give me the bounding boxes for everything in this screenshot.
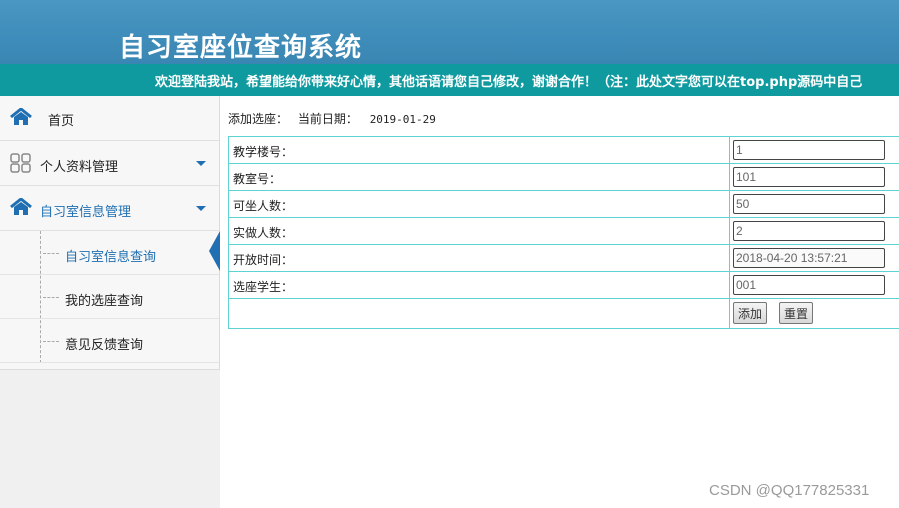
sidebar-item-label: 首页 — [48, 114, 75, 129]
sidebar-subitem-label: 意见反馈查询 — [65, 338, 144, 353]
sidebar-subitem-room-query[interactable]: 自习室信息查询 — [0, 231, 219, 275]
room-input[interactable] — [733, 167, 885, 187]
sidebar-menu: 首页 个人资料管理 自习室信息管理 自习室信息查询 我的选座查询 意见反馈查询 — [0, 96, 220, 370]
reset-button[interactable]: 重置 — [779, 302, 814, 324]
home-icon — [10, 198, 32, 215]
occupied-label: 实做人数： — [233, 226, 294, 240]
sidebar-item-profile[interactable]: 个人资料管理 — [0, 141, 219, 186]
form-row-building: 教学楼号： — [229, 137, 899, 164]
sidebar-item-label: 自习室信息管理 — [40, 205, 132, 220]
sidebar-item-home[interactable]: 首页 — [0, 96, 219, 141]
welcome-marquee: 欢迎登陆我站，希望能给你带来好心情，其他话语请您自己修改，谢谢合作！（注：此处文… — [0, 64, 899, 96]
form-row-capacity: 可坐人数： — [229, 191, 899, 218]
sidebar-subitem-label: 自习室信息查询 — [65, 250, 157, 265]
building-label: 教学楼号： — [233, 145, 294, 159]
capacity-label: 可坐人数： — [233, 199, 294, 213]
sidebar-subitem-my-seats[interactable]: 我的选座查询 — [0, 275, 219, 319]
current-date: 2019-01-29 — [369, 113, 436, 126]
sidebar-item-room-info[interactable]: 自习室信息管理 — [0, 186, 219, 231]
student-input[interactable] — [733, 275, 885, 295]
sidebar-item-label: 个人资料管理 — [40, 160, 119, 175]
active-indicator-icon — [209, 231, 220, 271]
building-input[interactable] — [733, 140, 885, 160]
sidebar-subitem-feedback[interactable]: 意见反馈查询 — [0, 319, 219, 363]
grid-icon — [10, 153, 31, 173]
open-time-input[interactable] — [733, 248, 885, 268]
home-icon — [10, 108, 32, 125]
tree-connector — [43, 253, 59, 254]
date-label: 当前日期： — [297, 112, 358, 126]
tree-connector — [43, 297, 59, 298]
form-row-actions: 添加 重置 — [229, 299, 899, 329]
breadcrumb: 添加选座： 当前日期： 2019-01-29 — [228, 110, 436, 127]
watermark: CSDN @QQ177825331 — [709, 482, 870, 499]
tree-connector — [43, 341, 59, 342]
header-banner: 自习室座位查询系统 — [0, 0, 899, 64]
form-row-occupied: 实做人数： — [229, 218, 899, 245]
sidebar: 首页 个人资料管理 自习室信息管理 自习室信息查询 我的选座查询 意见反馈查询 — [0, 96, 220, 508]
page-action: 添加选座： — [228, 112, 289, 126]
capacity-input[interactable] — [733, 194, 885, 214]
chevron-down-icon — [196, 161, 206, 166]
marquee-text: 欢迎登陆我站，希望能给你带来好心情，其他话语请您自己修改，谢谢合作！（注：此处文… — [155, 75, 863, 90]
student-label: 选座学生： — [233, 280, 294, 294]
add-seat-form: 教学楼号： 教室号： 可坐人数： 实做人数： 开放时间： 选座学生： 添加 重置 — [228, 136, 899, 329]
app-title: 自习室座位查询系统 — [119, 33, 363, 63]
form-row-room: 教室号： — [229, 164, 899, 191]
sidebar-subitem-label: 我的选座查询 — [65, 294, 144, 309]
occupied-input[interactable] — [733, 221, 885, 241]
chevron-down-icon — [196, 206, 206, 211]
form-row-student: 选座学生： — [229, 272, 899, 299]
open-time-label: 开放时间： — [233, 253, 294, 267]
add-button[interactable]: 添加 — [733, 302, 768, 324]
room-label: 教室号： — [233, 172, 282, 186]
form-row-open-time: 开放时间： — [229, 245, 899, 272]
